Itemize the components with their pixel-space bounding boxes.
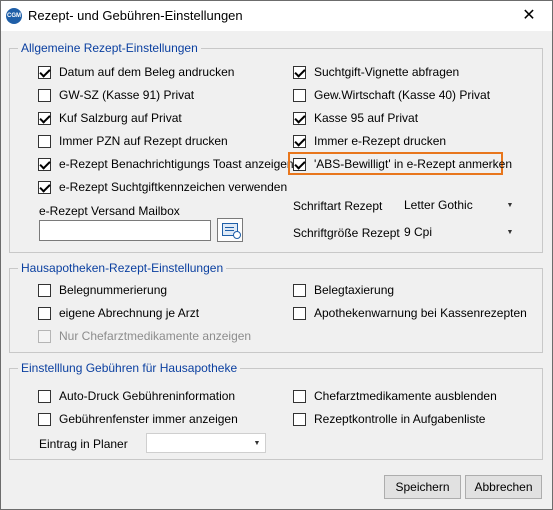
checkbox-kasse-95-box[interactable]	[293, 111, 306, 125]
checkbox-eigene-abrechnung-label: eigene Abrechnung je Arzt	[59, 306, 200, 320]
planner-label: Eintrag in Planer	[39, 437, 128, 451]
checkbox-gw-sz[interactable]: GW-SZ (Kasse 91) Privat	[38, 87, 194, 103]
checkbox-auto-druck-box[interactable]	[38, 389, 51, 403]
fees-legend: Einstelllung Gebühren für Hausapotheke	[18, 361, 241, 375]
title-bar: CGM Rezept- und Gebühren-Einstellungen ✕	[1, 1, 552, 31]
checkbox-gebuehrenfenster-label: Gebührenfenster immer anzeigen	[59, 412, 238, 426]
font-size-label: Schriftgröße Rezept	[293, 226, 400, 240]
checkbox-kasse-95-label: Kasse 95 auf Privat	[314, 111, 419, 125]
chevron-down-icon[interactable]: ▼	[502, 229, 518, 236]
mailbox-picker-button[interactable]	[217, 218, 243, 242]
checkbox-immer-pzn-label: Immer PZN auf Rezept drucken	[59, 134, 228, 148]
checkbox-belegnummerierung[interactable]: Belegnummerierung	[38, 282, 167, 298]
checkbox-belegtaxierung-box[interactable]	[293, 283, 306, 297]
checkbox-chefarzt-anzeigen-label: Nur Chefarztmedikamente anzeigen	[59, 329, 252, 343]
checkbox-chefarzt-anzeigen-box	[38, 329, 51, 343]
checkbox-belegnummerierung-label: Belegnummerierung	[59, 283, 168, 297]
mailbox-label: e-Rezept Versand Mailbox	[39, 204, 180, 218]
checkbox-immer-erezept[interactable]: Immer e-Rezept drucken	[293, 133, 446, 149]
mailbox-input[interactable]	[39, 220, 211, 241]
checkbox-kuf-salzburg[interactable]: Kuf Salzburg auf Privat	[38, 110, 182, 126]
font-size-select-value: 9 Cpi	[404, 225, 433, 239]
checkbox-erezept-toast-label: e-Rezept Benachrichtigungs Toast anzeige…	[59, 157, 294, 171]
checkbox-gebuehrenfenster[interactable]: Gebührenfenster immer anzeigen	[38, 411, 238, 427]
checkbox-gw-sz-box[interactable]	[38, 88, 51, 102]
checkbox-rezeptkontrolle-box[interactable]	[293, 412, 306, 426]
checkbox-erezept-suchtgift-label: e-Rezept Suchtgiftkennzeichen verwenden	[59, 180, 288, 194]
checkbox-chefarzt-ausblenden-label: Chefarztmedikamente ausblenden	[314, 389, 497, 403]
checkbox-abs-bewilligt[interactable]: 'ABS-Bewilligt' in e-Rezept anmerken	[293, 156, 512, 172]
checkbox-gw-sz-label: GW-SZ (Kasse 91) Privat	[59, 88, 195, 102]
checkbox-belegtaxierung[interactable]: Belegtaxierung	[293, 282, 394, 298]
general-settings-legend: Allgemeine Rezept-Einstellungen	[18, 41, 201, 55]
checkbox-immer-pzn-box[interactable]	[38, 134, 51, 148]
checkbox-apothekenwarnung[interactable]: Apothekenwarnung bei Kassenrezepten	[293, 305, 527, 321]
checkbox-abs-bewilligt-label: 'ABS-Bewilligt' in e-Rezept anmerken	[314, 157, 512, 171]
checkbox-abs-bewilligt-box[interactable]	[293, 157, 306, 171]
font-label: Schriftart Rezept	[293, 199, 383, 213]
checkbox-kuf-salzburg-label: Kuf Salzburg auf Privat	[59, 111, 182, 125]
font-select-value: Letter Gothic	[404, 198, 473, 212]
settings-dialog: CGM Rezept- und Gebühren-Einstellungen ✕…	[0, 0, 553, 510]
checkbox-datum-beleg-label: Datum auf dem Beleg andrucken	[59, 65, 235, 79]
checkbox-apothekenwarnung-box[interactable]	[293, 306, 306, 320]
checkbox-immer-erezept-box[interactable]	[293, 134, 306, 148]
checkbox-chefarzt-ausblenden[interactable]: Chefarztmedikamente ausblenden	[293, 388, 497, 404]
checkbox-rezeptkontrolle[interactable]: Rezeptkontrolle in Aufgabenliste	[293, 411, 485, 427]
checkbox-belegtaxierung-label: Belegtaxierung	[314, 283, 395, 297]
checkbox-belegnummerierung-box[interactable]	[38, 283, 51, 297]
chevron-down-icon[interactable]: ▼	[249, 440, 265, 447]
window-title: Rezept- und Gebühren-Einstellungen	[28, 8, 243, 23]
checkbox-chefarzt-anzeigen: Nur Chefarztmedikamente anzeigen	[38, 328, 251, 344]
save-button[interactable]: Speichern	[384, 475, 461, 499]
font-size-select[interactable]: 9 Cpi ▼	[399, 222, 519, 242]
checkbox-suchtgift-vignette-label: Suchtgift-Vignette abfragen	[314, 65, 460, 79]
font-select[interactable]: Letter Gothic ▼	[399, 195, 519, 215]
home-pharmacy-legend: Hausapotheken-Rezept-Einstellungen	[18, 261, 227, 275]
checkbox-auto-druck[interactable]: Auto-Druck Gebühreninformation	[38, 388, 235, 404]
checkbox-kasse-95[interactable]: Kasse 95 auf Privat	[293, 110, 418, 126]
checkbox-eigene-abrechnung-box[interactable]	[38, 306, 51, 320]
checkbox-erezept-toast-box[interactable]	[38, 157, 51, 171]
checkbox-kuf-salzburg-box[interactable]	[38, 111, 51, 125]
checkbox-gew-wirtschaft-box[interactable]	[293, 88, 306, 102]
checkbox-suchtgift-vignette[interactable]: Suchtgift-Vignette abfragen	[293, 64, 459, 80]
checkbox-auto-druck-label: Auto-Druck Gebühreninformation	[59, 389, 236, 403]
checkbox-erezept-suchtgift[interactable]: e-Rezept Suchtgiftkennzeichen verwenden	[38, 179, 287, 195]
address-book-icon	[222, 223, 241, 239]
checkbox-immer-erezept-label: Immer e-Rezept drucken	[314, 134, 447, 148]
checkbox-gebuehrenfenster-box[interactable]	[38, 412, 51, 426]
checkbox-datum-beleg-box[interactable]	[38, 65, 51, 79]
checkbox-suchtgift-vignette-box[interactable]	[293, 65, 306, 79]
cancel-button[interactable]: Abbrechen	[465, 475, 542, 499]
checkbox-erezept-suchtgift-box[interactable]	[38, 180, 51, 194]
checkbox-datum-beleg[interactable]: Datum auf dem Beleg andrucken	[38, 64, 234, 80]
checkbox-erezept-toast[interactable]: e-Rezept Benachrichtigungs Toast anzeige…	[38, 156, 294, 172]
checkbox-eigene-abrechnung[interactable]: eigene Abrechnung je Arzt	[38, 305, 199, 321]
chevron-down-icon[interactable]: ▼	[502, 202, 518, 209]
planner-select[interactable]: ▼	[146, 433, 266, 453]
close-button[interactable]: ✕	[506, 1, 552, 31]
checkbox-gew-wirtschaft[interactable]: Gew.Wirtschaft (Kasse 40) Privat	[293, 87, 490, 103]
checkbox-chefarzt-ausblenden-box[interactable]	[293, 389, 306, 403]
checkbox-apothekenwarnung-label: Apothekenwarnung bei Kassenrezepten	[314, 306, 527, 320]
checkbox-rezeptkontrolle-label: Rezeptkontrolle in Aufgabenliste	[314, 412, 486, 426]
checkbox-gew-wirtschaft-label: Gew.Wirtschaft (Kasse 40) Privat	[314, 88, 491, 102]
app-logo-icon: CGM	[6, 8, 22, 24]
checkbox-immer-pzn[interactable]: Immer PZN auf Rezept drucken	[38, 133, 228, 149]
